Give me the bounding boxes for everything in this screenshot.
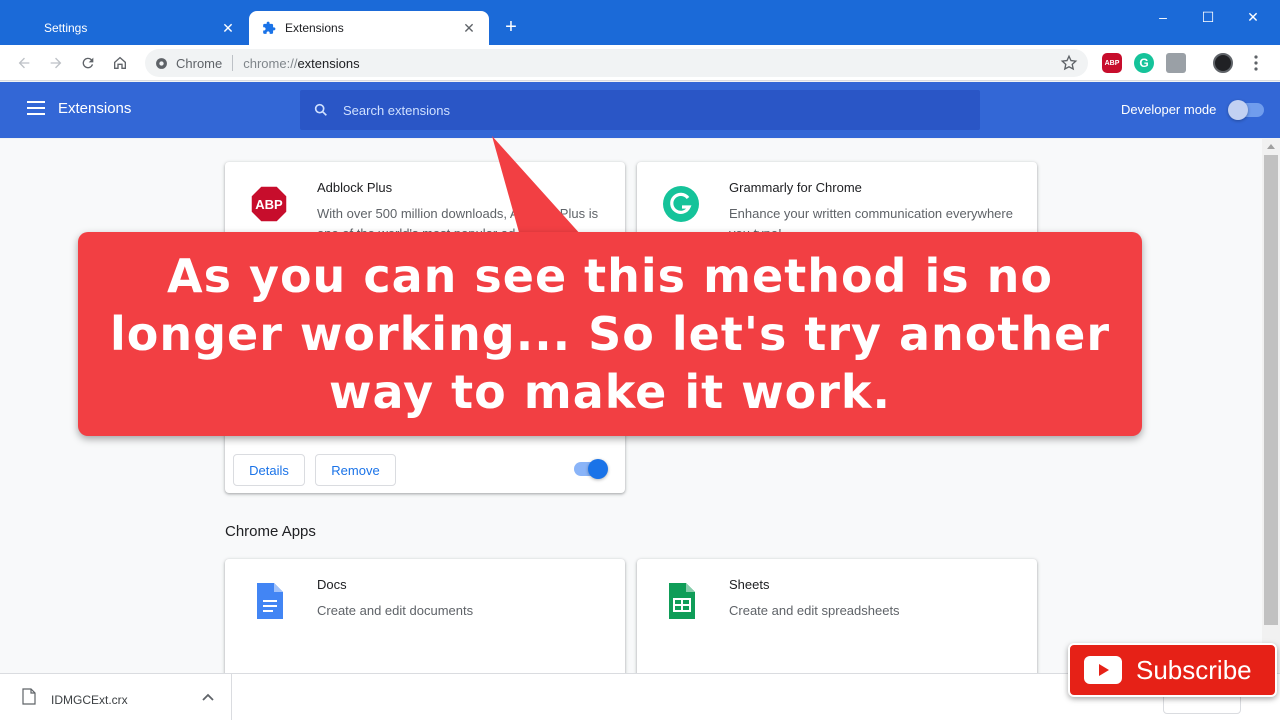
abp-logo-icon: ABP [250,185,288,223]
site-info-chip[interactable]: Chrome [155,56,222,71]
tab-extensions[interactable]: Extensions ✕ [249,11,489,45]
menu-kebab-icon[interactable] [1244,51,1268,75]
file-icon [22,688,36,705]
grammarly-logo-icon [663,186,699,222]
tutorial-callout-overlay: As you can see this method is no longer … [78,232,1142,436]
remove-button[interactable]: Remove [315,454,396,486]
search-icon [314,103,327,116]
details-button[interactable]: Details [233,454,305,486]
reload-icon[interactable] [76,51,100,75]
app-card-sheets: Sheets Create and edit spreadsheets [637,559,1037,673]
forward-icon[interactable] [44,51,68,75]
chevron-up-icon[interactable] [201,691,215,703]
subscribe-button[interactable]: Subscribe [1068,643,1277,697]
extension-name: Adblock Plus [317,180,393,195]
site-label: Chrome [176,55,223,71]
hamburger-menu-icon[interactable] [27,101,45,115]
tab-settings-label: Settings [44,21,88,35]
close-window-icon[interactable]: ✕ [1242,6,1264,28]
extension-enable-toggle[interactable] [574,459,608,479]
callout-pointer-arrow [492,136,582,236]
scroll-thumb[interactable] [1264,155,1278,625]
generic-extension-icon[interactable] [1166,53,1186,73]
bookmark-star-icon[interactable] [1060,54,1078,72]
address-bar[interactable]: Chrome chrome://extensions [145,49,1088,77]
chrome-apps-heading: Chrome Apps [225,523,316,540]
new-tab-button[interactable]: + [500,16,522,38]
toggle-knob [1228,100,1248,120]
developer-mode-toggle[interactable] [1228,100,1264,120]
app-description: Create and edit documents [317,603,474,618]
callout-text: As you can see this method is no longer … [109,249,1111,419]
svg-text:ABP: ABP [255,197,283,212]
scroll-up-arrow-icon[interactable] [1267,144,1275,149]
app-card-docs: Docs Create and edit documents [225,559,625,673]
search-input[interactable] [343,102,943,118]
tab-extensions-label: Extensions [285,21,344,35]
close-tab-icon[interactable]: ✕ [461,20,477,36]
title-bar: Settings ✕ Extensions ✕ + – ☐ ✕ [0,0,1280,45]
app-name: Sheets [729,577,770,592]
download-filename: IDMGCExt.crx [51,693,128,707]
minimize-icon[interactable]: – [1152,6,1174,28]
sheets-icon [669,583,695,619]
extensions-header: Extensions Developer mode [0,82,1280,138]
puzzle-icon [261,20,277,36]
grammarly-extension-icon[interactable]: G [1134,53,1154,73]
abp-extension-icon[interactable]: ABP [1102,53,1122,73]
download-item[interactable]: IDMGCExt.crx [0,674,232,720]
subscribe-label: Subscribe [1136,654,1252,685]
youtube-play-icon [1084,656,1122,684]
app-description: Create and edit spreadsheets [729,603,900,618]
page-scrollbar[interactable] [1262,139,1280,673]
search-extensions-box[interactable] [300,90,980,130]
developer-mode-label: Developer mode [1121,102,1217,117]
app-name: Docs [317,577,347,592]
gear-icon [20,20,36,36]
chrome-logo-icon [156,57,167,69]
tab-settings[interactable]: Settings ✕ [8,11,248,45]
page-title: Extensions [58,100,132,117]
browser-toolbar: Chrome chrome://extensions ABP G [0,45,1280,81]
toggle-knob [588,459,608,479]
home-icon[interactable] [108,51,132,75]
docs-icon [257,583,283,619]
close-tab-icon[interactable]: ✕ [220,20,236,36]
url-path: extensions [297,55,360,71]
extension-name: Grammarly for Chrome [729,180,862,195]
url-scheme: chrome:// [243,55,298,71]
profile-avatar[interactable] [1213,53,1233,73]
maximize-icon[interactable]: ☐ [1197,6,1219,28]
back-icon[interactable] [12,51,36,75]
omnibox-separator [232,55,234,71]
